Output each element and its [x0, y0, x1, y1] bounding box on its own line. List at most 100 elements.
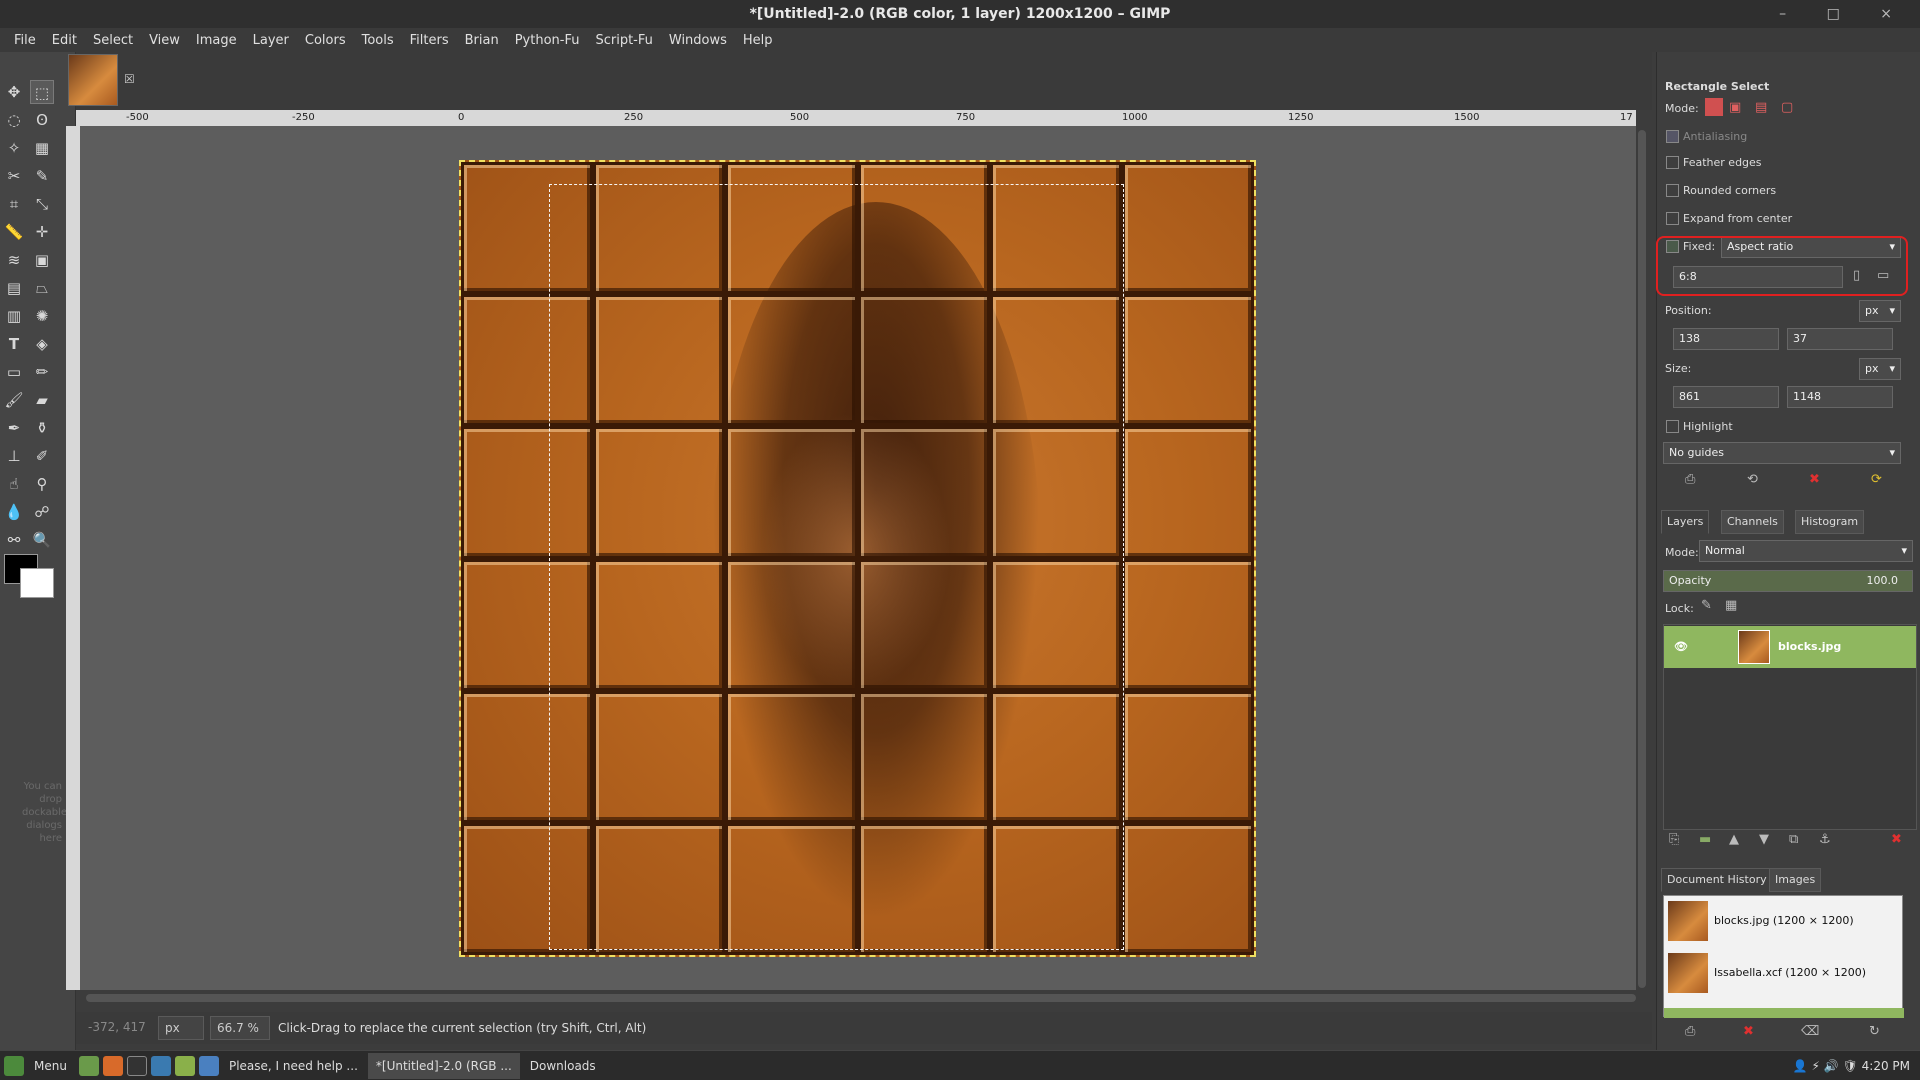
position-x-field[interactable]: 138 [1673, 328, 1779, 350]
open-document-icon[interactable]: ⎙ [1685, 1024, 1695, 1039]
foreground-select-icon[interactable]: ✎ [30, 164, 54, 188]
guides-dropdown[interactable]: No guides [1663, 442, 1901, 464]
layer-mode-dropdown[interactable]: Normal [1699, 540, 1913, 562]
unified-transform-icon[interactable]: ⤡ [30, 192, 54, 216]
highlight-checkbox[interactable] [1666, 420, 1679, 433]
restore-preset-icon[interactable]: ⟲ [1747, 472, 1758, 487]
list-item[interactable] [1664, 1008, 1904, 1018]
menu-help[interactable]: Help [735, 33, 781, 48]
ink-icon[interactable]: ⚱ [30, 416, 54, 440]
antialiasing-checkbox[interactable] [1666, 130, 1679, 143]
show-desktop-icon[interactable] [78, 1055, 99, 1076]
refresh-icon[interactable]: ↻ [1869, 1024, 1880, 1039]
background-color-swatch[interactable] [20, 568, 54, 598]
airbrush-icon[interactable]: ✒ [2, 416, 26, 440]
anchor-layer-icon[interactable]: ⚓ [1819, 832, 1831, 847]
warp-icon[interactable]: ≋ [2, 248, 26, 272]
menu-view[interactable]: View [141, 33, 188, 48]
perspective-icon[interactable]: ⏢ [30, 276, 54, 300]
expand-checkbox[interactable] [1666, 212, 1679, 225]
menu-script-fu[interactable]: Script-Fu [587, 33, 660, 48]
chrome-icon[interactable] [198, 1055, 219, 1076]
close-window-button[interactable]: × [1880, 6, 1910, 22]
maximize-button[interactable]: □ [1827, 6, 1858, 22]
menu-icon[interactable] [4, 1055, 24, 1076]
size-height-field[interactable]: 1148 [1787, 386, 1893, 408]
mode-add-icon[interactable]: ▣ [1729, 100, 1741, 115]
ellipse-select-icon[interactable]: ◌ [2, 108, 26, 132]
blend-icon[interactable]: ✺ [30, 304, 54, 328]
mode-subtract-icon[interactable]: ▤ [1755, 100, 1767, 115]
delete-layer-icon[interactable]: ✖ [1891, 832, 1902, 847]
raise-layer-icon[interactable]: ▲ [1729, 832, 1739, 847]
paths-icon[interactable]: ⚯ [2, 528, 26, 552]
new-layer-icon[interactable]: ⎘ [1669, 832, 1679, 847]
feather-checkbox[interactable] [1666, 156, 1679, 169]
dodge-burn-icon[interactable]: ☍ [30, 500, 54, 524]
menu-tools[interactable]: Tools [354, 33, 402, 48]
tab-layers[interactable]: Layers [1661, 510, 1710, 534]
pencil-icon[interactable]: ✏ [30, 360, 54, 384]
reset-options-icon[interactable]: ⟳ [1871, 472, 1882, 487]
tab-images[interactable]: Images [1769, 868, 1822, 892]
bucket-fill-icon[interactable]: ◈ [30, 332, 54, 356]
cage-icon[interactable]: ▤ [2, 276, 26, 300]
eraser-icon[interactable]: ▰ [30, 388, 54, 412]
size-width-field[interactable]: 861 [1673, 386, 1779, 408]
lock-alpha-icon[interactable]: ▦ [1725, 598, 1737, 613]
tab-channels[interactable]: Channels [1721, 510, 1784, 534]
horizontal-ruler[interactable]: -500 -250 0 250 500 750 1000 1250 1500 1… [76, 110, 1636, 126]
volume-icon[interactable]: 🔊 [1824, 1059, 1839, 1073]
text-editor-icon[interactable] [150, 1055, 171, 1076]
clock[interactable]: 4:20 PM [1862, 1059, 1910, 1073]
file-manager-icon[interactable] [174, 1055, 195, 1076]
smudge-icon[interactable]: ☝ [2, 472, 26, 496]
minimize-button[interactable]: – [1779, 6, 1804, 22]
taskbar-item-gimp[interactable]: *[Untitled]-2.0 (RGB ... [367, 1052, 520, 1079]
list-item[interactable]: Issabella.xcf (1200 × 1200) [1664, 950, 1904, 996]
size-unit-dropdown[interactable]: px [1859, 358, 1901, 380]
save-preset-icon[interactable]: ⎙ [1685, 472, 1695, 487]
shield-icon[interactable]: 🛡 [1843, 1059, 1858, 1073]
history-list[interactable]: blocks.jpg (1200 × 1200) Issabella.xcf (… [1663, 895, 1904, 1018]
close-icon[interactable]: ☒ [124, 72, 135, 86]
zoom-select[interactable]: 66.7 % [210, 1016, 270, 1040]
blur-icon[interactable]: 💧 [2, 500, 26, 524]
menu-python-fu[interactable]: Python-Fu [507, 33, 588, 48]
gradient-icon[interactable]: ▭ [2, 360, 26, 384]
align-icon[interactable]: ✛ [30, 220, 54, 244]
tab-document-history[interactable]: Document History [1661, 868, 1773, 892]
crop-icon[interactable]: ⌗ [2, 192, 26, 216]
rect-select-icon[interactable]: ⬚ [30, 80, 54, 104]
scissors-icon[interactable]: ✂ [2, 164, 26, 188]
menu-windows[interactable]: Windows [661, 33, 735, 48]
paintbrush-icon[interactable]: 🖌 [2, 388, 26, 412]
select-by-color-icon[interactable]: ▦ [30, 136, 54, 160]
duplicate-layer-icon[interactable]: ⧉ [1789, 832, 1798, 847]
mode-replace-icon[interactable] [1705, 98, 1723, 116]
heal-icon[interactable]: ✐ [30, 444, 54, 468]
menu-filters[interactable]: Filters [402, 33, 457, 48]
text-icon[interactable]: T [2, 332, 26, 356]
taskbar-item-downloads[interactable]: Downloads [522, 1053, 604, 1079]
opacity-slider[interactable]: Opacity 100.0 [1663, 570, 1913, 592]
vertical-scrollbar[interactable] [1638, 130, 1646, 988]
fuzzy-select-icon[interactable]: ✧ [2, 136, 26, 160]
clear-history-icon[interactable]: ⌫ [1801, 1024, 1819, 1039]
new-layer-group-icon[interactable]: ▬ [1699, 832, 1711, 847]
position-y-field[interactable]: 37 [1787, 328, 1893, 350]
network-icon[interactable]: ⚡ [1812, 1059, 1820, 1073]
terminal-icon[interactable] [126, 1055, 147, 1076]
position-unit-dropdown[interactable]: px [1859, 300, 1901, 322]
list-item[interactable]: blocks.jpg (1200 × 1200) [1664, 898, 1904, 944]
rectangle-selection[interactable] [549, 184, 1124, 950]
layer-row[interactable]: 👁 blocks.jpg [1664, 626, 1916, 668]
firefox-icon[interactable] [102, 1055, 123, 1076]
rounded-checkbox[interactable] [1666, 184, 1679, 197]
menu-colors[interactable]: Colors [297, 33, 354, 48]
warp-transform-icon[interactable]: ▥ [2, 304, 26, 328]
menu-brian[interactable]: Brian [457, 33, 507, 48]
zoom-icon[interactable]: 🔍 [30, 528, 54, 552]
menu-file[interactable]: File [6, 33, 44, 48]
delete-preset-icon[interactable]: ✖ [1809, 472, 1820, 487]
